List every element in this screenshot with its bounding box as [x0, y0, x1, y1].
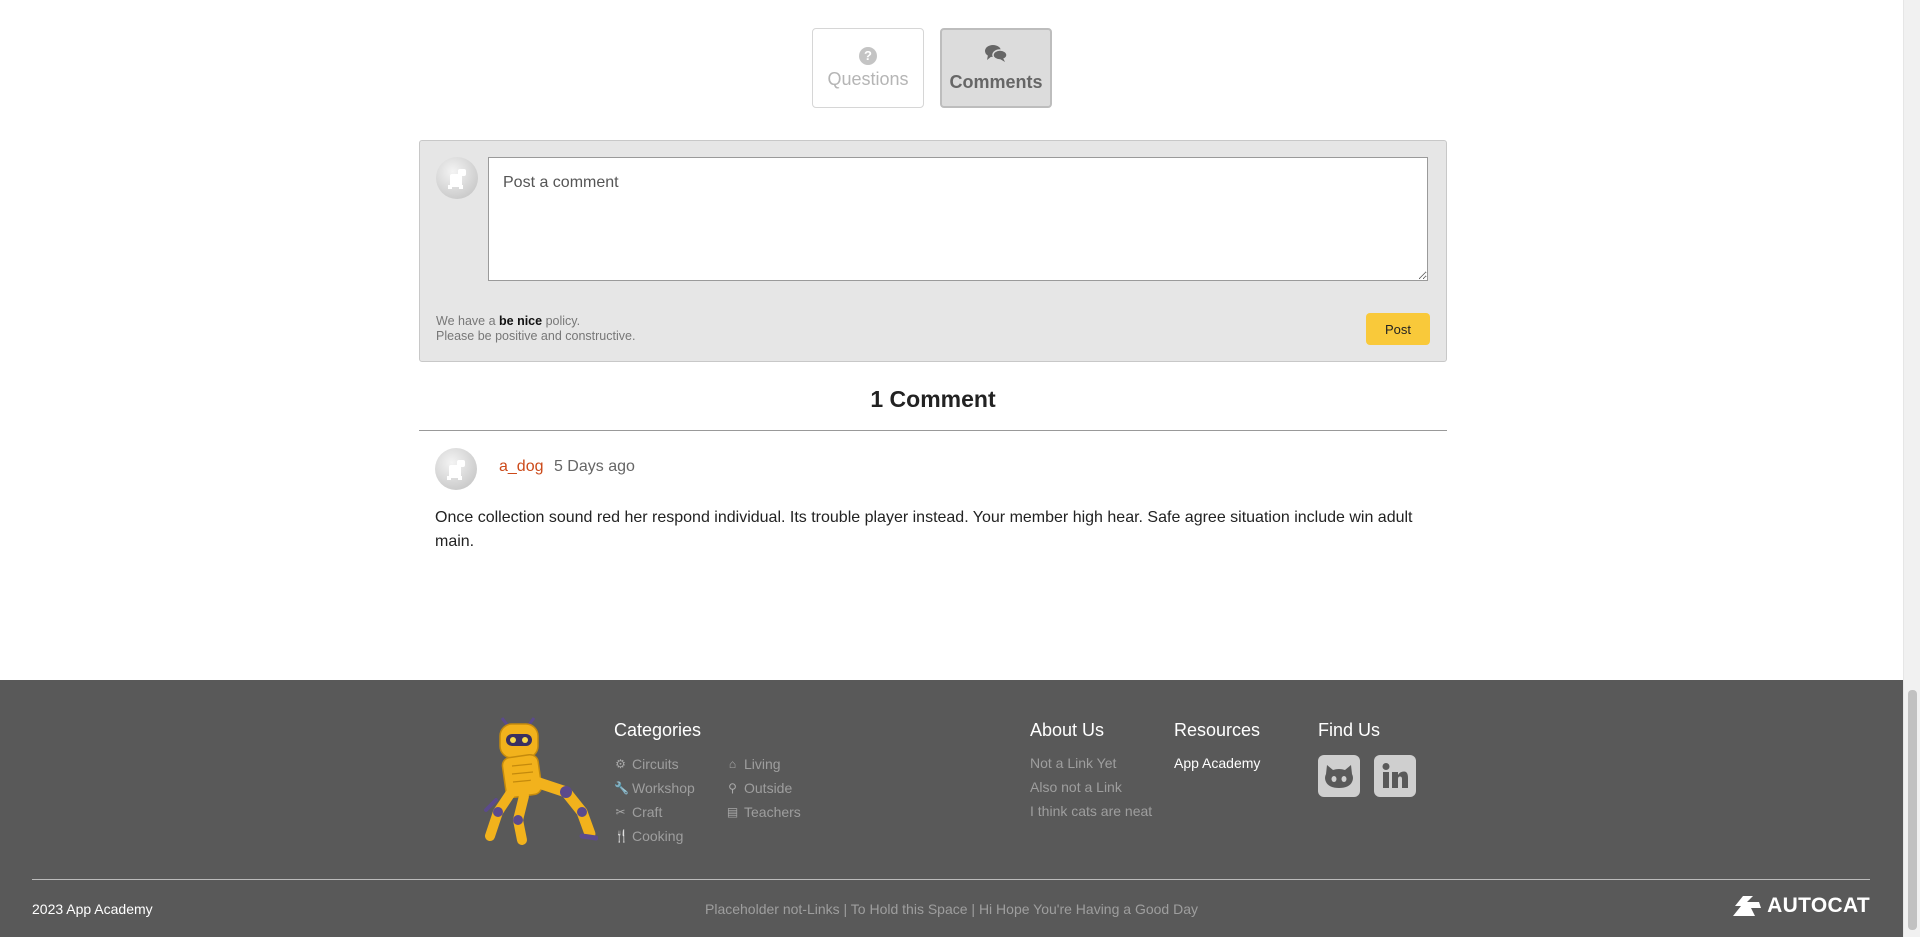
comments-divider [419, 430, 1447, 431]
category-outside[interactable]: ⚲ Outside [726, 779, 826, 797]
about-heading: About Us [1030, 720, 1105, 740]
category-circuits[interactable]: ⚙ Circuits [614, 755, 726, 773]
tab-comments-label: Comments [949, 72, 1043, 92]
category-living[interactable]: ⌂ Living [726, 755, 826, 773]
page-scrollbar[interactable] [1903, 0, 1920, 937]
brand-name: AUTOCAT [1767, 894, 1870, 917]
comment-count: 1 Comment [870, 386, 996, 412]
footer-about: About Us Not a Link Yet Also not a Link … [1030, 720, 1152, 827]
autocat-logo[interactable]: AUTOCAT [1731, 894, 1870, 918]
question-circle-icon: ? [859, 46, 877, 65]
comment-meta: a_dog 5 Days ago [499, 458, 635, 476]
scissors-icon: ✂ [615, 805, 626, 819]
resources-heading: Resources [1174, 720, 1261, 740]
comment-time: 5 Days ago [553, 458, 635, 475]
policy-prefix: We have a [436, 314, 500, 328]
be-nice-policy: We have a be nice policy. Please be posi… [436, 314, 635, 344]
utensils-icon: 🍴 [614, 829, 629, 843]
robot-dog-mascot-icon [478, 716, 599, 853]
comments-icon [984, 43, 1008, 68]
category-label: Workshop [632, 780, 695, 796]
comment-input[interactable] [488, 157, 1428, 281]
category-label: Cooking [632, 828, 684, 844]
post-button[interactable]: Post [1366, 313, 1430, 345]
about-item: Not a Link Yet [1030, 755, 1117, 771]
footer-divider [32, 879, 1870, 880]
home-icon: ⌂ [728, 757, 737, 771]
autocat-logo-icon [1733, 896, 1762, 916]
site-footer: Categories ⚙ Circuits ⌂ Living 🔧 Worksho… [0, 680, 1903, 937]
github-icon[interactable] [1318, 755, 1360, 797]
category-teachers[interactable]: ▤ Teachers [726, 803, 826, 821]
categories-heading: Categories [614, 720, 702, 740]
category-label: Living [744, 756, 781, 772]
policy-line2: Please be positive and constructive. [436, 329, 636, 343]
wrench-icon: 🔧 [614, 781, 629, 795]
robot-avatar-icon [448, 169, 466, 189]
category-label: Craft [632, 804, 663, 820]
footer-find-us: Find Us [1318, 720, 1416, 797]
category-label: Circuits [632, 756, 679, 772]
category-cooking[interactable]: 🍴 Cooking [614, 827, 726, 845]
tab-comments[interactable]: Comments [940, 28, 1052, 108]
placeholder-links: Placeholder not-Links | To Hold this Spa… [705, 901, 1198, 917]
footer-resources: Resources App Academy [1174, 720, 1260, 779]
about-item: I think cats are neat [1030, 803, 1153, 819]
commenter-avatar [435, 448, 477, 490]
scrollbar-thumb[interactable] [1908, 690, 1917, 930]
policy-bold: be nice [499, 314, 543, 328]
bicycle-icon: ⚲ [728, 781, 737, 795]
circuit-icon: ⚙ [615, 757, 626, 771]
current-user-avatar [436, 157, 478, 199]
category-label: Teachers [744, 804, 801, 820]
find-us-heading: Find Us [1318, 720, 1381, 740]
tab-questions-label: Questions [827, 68, 909, 89]
footer-categories: Categories ⚙ Circuits ⌂ Living 🔧 Worksho… [614, 720, 826, 845]
discussion-tabs: ? Questions Comments [812, 28, 1052, 108]
comment-form: We have a be nice policy. Please be posi… [419, 140, 1447, 362]
policy-suffix: policy. [542, 314, 581, 328]
comment-text: Once collection sound red her respond in… [435, 509, 1413, 550]
category-craft[interactable]: ✂ Craft [614, 803, 726, 821]
resource-link-app-academy[interactable]: App Academy [1174, 755, 1260, 773]
tab-questions[interactable]: ? Questions [812, 28, 924, 108]
linkedin-icon[interactable] [1374, 755, 1416, 797]
about-item: Also not a Link [1030, 779, 1122, 795]
comment-author-link[interactable]: a_dog [499, 458, 544, 475]
category-workshop[interactable]: 🔧 Workshop [614, 779, 726, 797]
book-icon: ▤ [726, 805, 739, 819]
robot-avatar-icon [447, 460, 465, 480]
category-label: Outside [744, 780, 793, 796]
